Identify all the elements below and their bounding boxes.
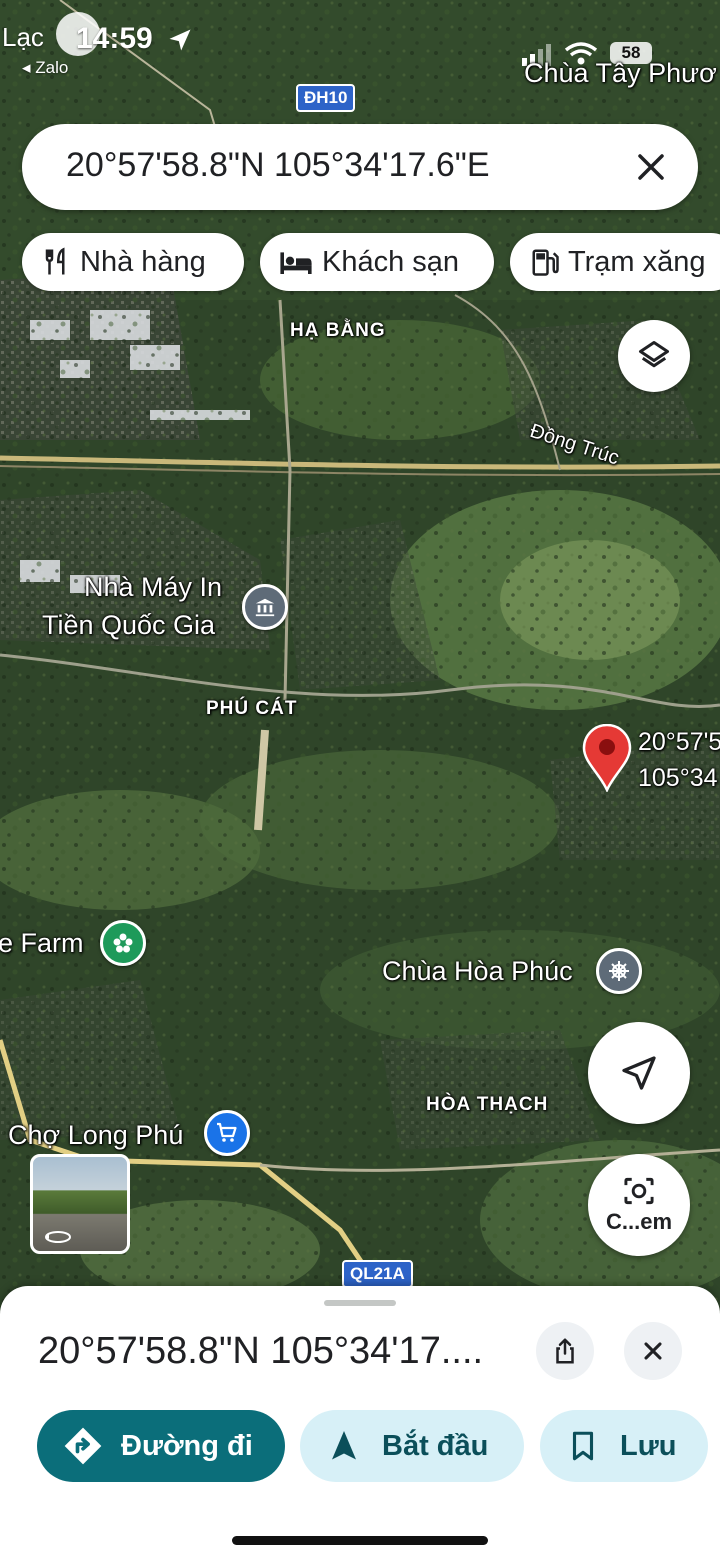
share-icon bbox=[556, 1338, 574, 1364]
pin-label-lat: 20°57'5 bbox=[638, 728, 720, 756]
road-shield-ql21a: QL21A bbox=[342, 1260, 413, 1288]
clock: 14:59 bbox=[76, 22, 153, 55]
road-shield-dh10: ĐH10 bbox=[296, 84, 356, 112]
directions-icon bbox=[64, 1427, 102, 1465]
chip-hotels[interactable]: Khách sạn bbox=[260, 233, 494, 291]
chip-restaurants[interactable]: Nhà hàng bbox=[22, 233, 244, 291]
navigation-arrow-icon bbox=[332, 1431, 356, 1460]
layers-icon bbox=[639, 341, 669, 368]
back-app-sub-label[interactable]: ◂ Zalo bbox=[22, 58, 68, 78]
map-label-hoa-thach[interactable]: HÒA THẠCH bbox=[426, 1094, 548, 1116]
map-label-nha-may-line2[interactable]: Tiền Quốc Gia bbox=[42, 610, 215, 641]
pin-label-lng: 105°34 bbox=[638, 764, 718, 792]
place-title: 20°57'58.8"N 105°34'17.... bbox=[38, 1330, 484, 1372]
map-label-ha-bang[interactable]: HẠ BẰNG bbox=[290, 320, 386, 342]
layers-button[interactable] bbox=[618, 320, 690, 392]
location-arrow-icon bbox=[169, 29, 191, 51]
camera-icon bbox=[624, 1177, 654, 1205]
close-icon bbox=[644, 1342, 662, 1360]
dropped-pin-icon[interactable] bbox=[582, 724, 632, 792]
share-button[interactable] bbox=[536, 1322, 594, 1380]
search-bar[interactable]: 20°57'58.8"N 105°34'17.6"E bbox=[22, 124, 698, 210]
close-icon[interactable] bbox=[626, 142, 676, 192]
camera-button-label: C...em bbox=[605, 1209, 673, 1234]
map-label-cho-long-phu[interactable]: Chợ Long Phú bbox=[8, 1120, 183, 1151]
chip-label: Trạm xăng bbox=[568, 245, 706, 278]
shopping-cart-poi-icon[interactable] bbox=[204, 1110, 250, 1156]
save-button[interactable]: Lưu bbox=[540, 1410, 708, 1482]
navigation-arrow-outline-icon bbox=[622, 1056, 656, 1090]
map-label-farm[interactable]: e Farm bbox=[0, 928, 84, 959]
map-label-nha-may-line1[interactable]: Nhà Máy In bbox=[84, 572, 222, 603]
chip-gas-stations[interactable]: Trạm xăng bbox=[510, 233, 720, 291]
temple-poi-icon[interactable] bbox=[596, 948, 642, 994]
search-input[interactable]: 20°57'58.8"N 105°34'17.6"E bbox=[66, 146, 490, 185]
hotel-icon bbox=[280, 252, 312, 274]
restaurant-icon bbox=[45, 247, 65, 275]
start-label: Bắt đầu bbox=[382, 1429, 489, 1462]
map-label-phu-cat[interactable]: PHÚ CÁT bbox=[206, 698, 297, 720]
sheet-drag-handle[interactable] bbox=[324, 1300, 396, 1306]
bookmark-icon bbox=[572, 1431, 594, 1461]
place-bottom-sheet[interactable]: 20°57'58.8"N 105°34'17.... Đường đi Bắt … bbox=[0, 1286, 720, 1560]
chip-label: Khách sạn bbox=[322, 245, 460, 278]
directions-label: Đường đi bbox=[121, 1429, 253, 1462]
gas-station-icon bbox=[532, 249, 559, 276]
lens-camera-button[interactable]: C...em bbox=[588, 1154, 690, 1256]
home-indicator[interactable] bbox=[232, 1536, 488, 1545]
my-location-button[interactable] bbox=[588, 1022, 690, 1124]
save-label: Lưu bbox=[620, 1429, 677, 1462]
chip-label: Nhà hàng bbox=[80, 245, 206, 278]
start-button[interactable]: Bắt đầu bbox=[300, 1410, 524, 1482]
flower-poi-icon[interactable] bbox=[100, 920, 146, 966]
street-view-thumbnail[interactable] bbox=[30, 1154, 130, 1254]
close-sheet-button[interactable] bbox=[624, 1322, 682, 1380]
map-label-chua-hoa-phuc[interactable]: Chùa Hòa Phúc bbox=[382, 956, 573, 987]
rotate-360-icon bbox=[45, 1231, 71, 1243]
back-app-label[interactable]: Lạc bbox=[2, 22, 44, 53]
map-label-chua-tay-phuong[interactable]: Chùa Tây Phươ bbox=[524, 58, 717, 89]
directions-button[interactable]: Đường đi bbox=[37, 1410, 285, 1482]
museum-poi-icon[interactable] bbox=[242, 584, 288, 630]
